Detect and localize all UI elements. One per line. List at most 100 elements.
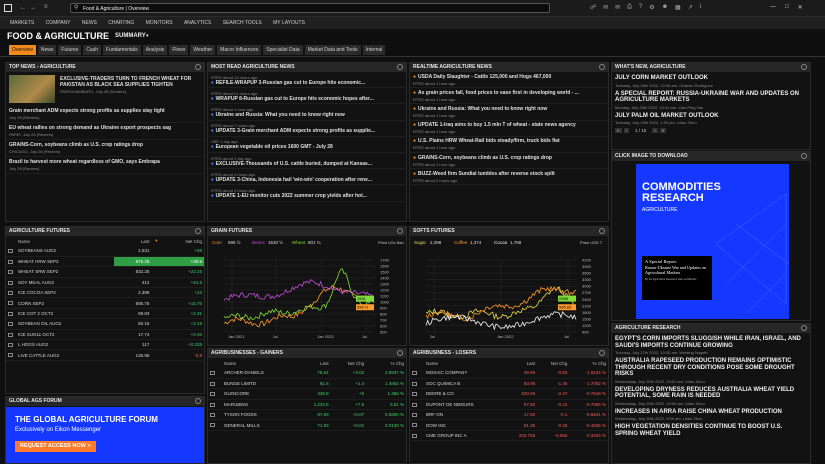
list-item[interactable]: ● UPDATE 1-Iraq aims to buy 1.5 mln T of …	[410, 121, 608, 137]
list-item[interactable]: ● Ukraine and Russia: What you need to kn…	[410, 104, 608, 121]
info-icon[interactable]	[195, 228, 201, 234]
list-item[interactable]: ● U.S. Plains HRW Wheat-Rail bids steady/…	[410, 137, 608, 153]
chart-icon[interactable]	[210, 402, 215, 407]
table-row[interactable]: DEERE & CO 320.49 -2.47 -0.7648 %	[410, 388, 608, 400]
maximize-icon[interactable]: □	[785, 4, 789, 11]
tab-overview[interactable]: Overview	[9, 45, 36, 55]
list-item[interactable]: A SPECIAL REPORT: RUSSIA-UKRAINE WAR AND…	[615, 91, 807, 110]
list-item[interactable]: RTRS about 1 hour ago ♦ Ukraine and Russia…	[208, 104, 406, 121]
menu-my-layouts[interactable]: MY LAYOUTS	[273, 17, 305, 29]
list-item[interactable]: JULY CORN MARKET OUTLOOK Tuesday, July 26…	[615, 75, 807, 88]
lead-story[interactable]: EXCLUSIVE-TRADERS TURN TO FRENCH WHEAT F…	[6, 72, 204, 106]
col-last[interactable]: Last	[114, 236, 151, 246]
table-row[interactable]: DOW INC 51.35 -0.25 -0.4845 %	[410, 419, 608, 431]
info-icon[interactable]	[397, 64, 403, 70]
settings-icon[interactable]: ⚙	[649, 4, 654, 11]
list-item[interactable]: RTRS about 1 day ago ♦ EXCLUSIVE-Thousands…	[208, 153, 406, 170]
chart-icon[interactable]	[8, 311, 13, 316]
chevron-down-icon[interactable]: ▾	[146, 33, 149, 39]
chart-icon[interactable]	[412, 381, 417, 386]
chart-icon[interactable]	[210, 381, 215, 386]
list-item[interactable]: RTRS about 4 hours ago ♦ UPDATE 3-China, I…	[208, 169, 406, 186]
search-input[interactable]: ⚲ Food & Agriculture | Overview	[70, 3, 550, 13]
tab-market-data-tools[interactable]: Market Data and Tools	[304, 45, 361, 55]
chart-icon[interactable]	[412, 413, 417, 418]
list-item[interactable]: EU wheat rallies on strong demand as Ukr…	[6, 123, 204, 140]
chat-icon[interactable]: ✉	[603, 4, 608, 11]
pager-first-icon[interactable]: «	[615, 128, 622, 133]
list-item[interactable]: Brazil to harvest more wheat regardless …	[6, 157, 204, 174]
tab-analysis[interactable]: Analysis	[142, 45, 168, 55]
sort-icon[interactable]: ▾	[151, 236, 161, 246]
chart-icon[interactable]	[8, 280, 13, 285]
list-item[interactable]: ● BUZZ-Weed firm Sundial tumbles after re…	[410, 169, 608, 186]
back-arrow-icon[interactable]: ←	[20, 5, 26, 11]
table-row[interactable]: SOC QUIMICA B 83.95 -1.46 -1.7092 %	[410, 378, 608, 390]
menu-company[interactable]: COMPANY	[46, 17, 71, 29]
report-cover-image[interactable]: COMMODITIES RESEARCH AGRICULTURE A Speci…	[636, 164, 789, 319]
chart-icon[interactable]	[412, 433, 417, 438]
list-item[interactable]: RTRS about 7 hours ago ♦ UPDATE 3-Grain me…	[208, 121, 406, 137]
grain-chart[interactable]: Corn 595 ½ Beans 1530 ½ Wheat 801 ¾ Price USc …	[208, 236, 406, 346]
mail-icon[interactable]: ✉	[615, 4, 620, 11]
menu-markets[interactable]: MARKETS	[10, 17, 34, 29]
grid-icon[interactable]: ▦	[675, 4, 681, 11]
table-row[interactable]: CME GROUP INC A 203.765 -0.655 -0.3204 %	[410, 430, 608, 442]
col-net-chg[interactable]: Net Chg	[161, 236, 204, 246]
table-row[interactable]: BRF ON 17.02 -0.1 -0.5841 %	[410, 409, 608, 421]
info-icon[interactable]	[397, 350, 403, 356]
menu-icon[interactable]: ≡	[44, 4, 48, 10]
info-icon[interactable]	[599, 350, 605, 356]
print-icon[interactable]: ⎙	[627, 4, 632, 11]
info-icon[interactable]	[599, 64, 605, 70]
tab-macro-influences[interactable]: Macro Influences	[217, 45, 262, 55]
table-row[interactable]: MOSAIC COMPANY 49.69 -0.82 -1.6234 %	[410, 368, 608, 379]
list-item[interactable]: RTRS about 21 hours ago ♦ WRAPUP 8-Russian…	[208, 88, 406, 105]
minimize-icon[interactable]: —	[770, 4, 776, 11]
chart-icon[interactable]	[8, 270, 13, 275]
tab-news[interactable]: News	[37, 45, 57, 55]
chart-icon[interactable]	[210, 423, 215, 428]
table-row[interactable]: BUNGE LIMITD 91.6 +1.4 1.4862 %	[208, 378, 406, 390]
chart-icon[interactable]	[210, 371, 215, 376]
table-row[interactable]: DUPONT DE NMOURS 57.92 -0.41 -0.7065 %	[410, 399, 608, 411]
chart-icon[interactable]	[8, 249, 13, 254]
col-last[interactable]: Last	[505, 358, 537, 368]
list-item[interactable]: ● As grain prices fall, food prices to ea…	[410, 88, 608, 105]
chart-icon[interactable]	[8, 301, 13, 306]
chart-icon[interactable]	[412, 423, 417, 428]
help-icon[interactable]: ?	[639, 4, 642, 11]
list-item[interactable]: GRAINS-Corn, soybeans climb as U.S. crop…	[6, 140, 204, 157]
info-icon[interactable]	[195, 398, 201, 404]
tab-futures[interactable]: Futures	[58, 45, 82, 55]
chart-icon[interactable]	[412, 392, 417, 397]
table-row[interactable]: GLENCORE 438.8 +6 1.386 %	[208, 388, 406, 400]
pager-last-icon[interactable]: »	[659, 128, 667, 133]
table-row[interactable]: SOYBEAN OIL AUG2 60.15 +2.19	[6, 318, 204, 330]
info-icon[interactable]	[801, 153, 807, 159]
list-item[interactable]: CBF 1 day ago ♦ European vegetable oil pri…	[208, 137, 406, 153]
chart-icon[interactable]	[412, 402, 417, 407]
info-icon[interactable]	[801, 325, 807, 331]
col-last[interactable]: Last	[298, 358, 331, 368]
chart-icon[interactable]	[8, 353, 13, 358]
list-item[interactable]: HIGH VEGETATION DENSITIES CONTINUE TO BO…	[615, 424, 807, 437]
table-row[interactable]: WHEAT HRW SEP2 875.25 +35.5	[6, 256, 204, 268]
col-net-chg[interactable]: Net Chg	[331, 358, 367, 368]
menu-search-tools[interactable]: SEARCH TOOLS	[223, 17, 262, 29]
table-row[interactable]: ICE COCOA SEP2 2,398 +22	[6, 287, 204, 299]
info-icon[interactable]	[801, 64, 807, 70]
menu-analytics[interactable]: ANALYTICS	[184, 17, 211, 29]
tab-internal[interactable]: Internal	[362, 45, 386, 55]
share-icon[interactable]: ↗	[688, 4, 693, 11]
info-icon[interactable]	[195, 64, 201, 70]
user-icon[interactable]: ☻	[662, 4, 668, 11]
table-row[interactable]: SOYBEANS AUG2 1,531 +58	[6, 246, 204, 257]
chart-icon[interactable]	[8, 332, 13, 337]
info-icon[interactable]: i	[700, 4, 701, 11]
pager-next-icon[interactable]: ›	[652, 128, 658, 133]
softs-chart[interactable]: Sugar 2,398 Coffee 1,374 Cocoa 1,768 Price USD…	[410, 236, 608, 346]
chart-icon[interactable]	[8, 291, 13, 296]
tab-weather[interactable]: Weather	[190, 45, 216, 55]
info-icon[interactable]	[599, 228, 605, 234]
